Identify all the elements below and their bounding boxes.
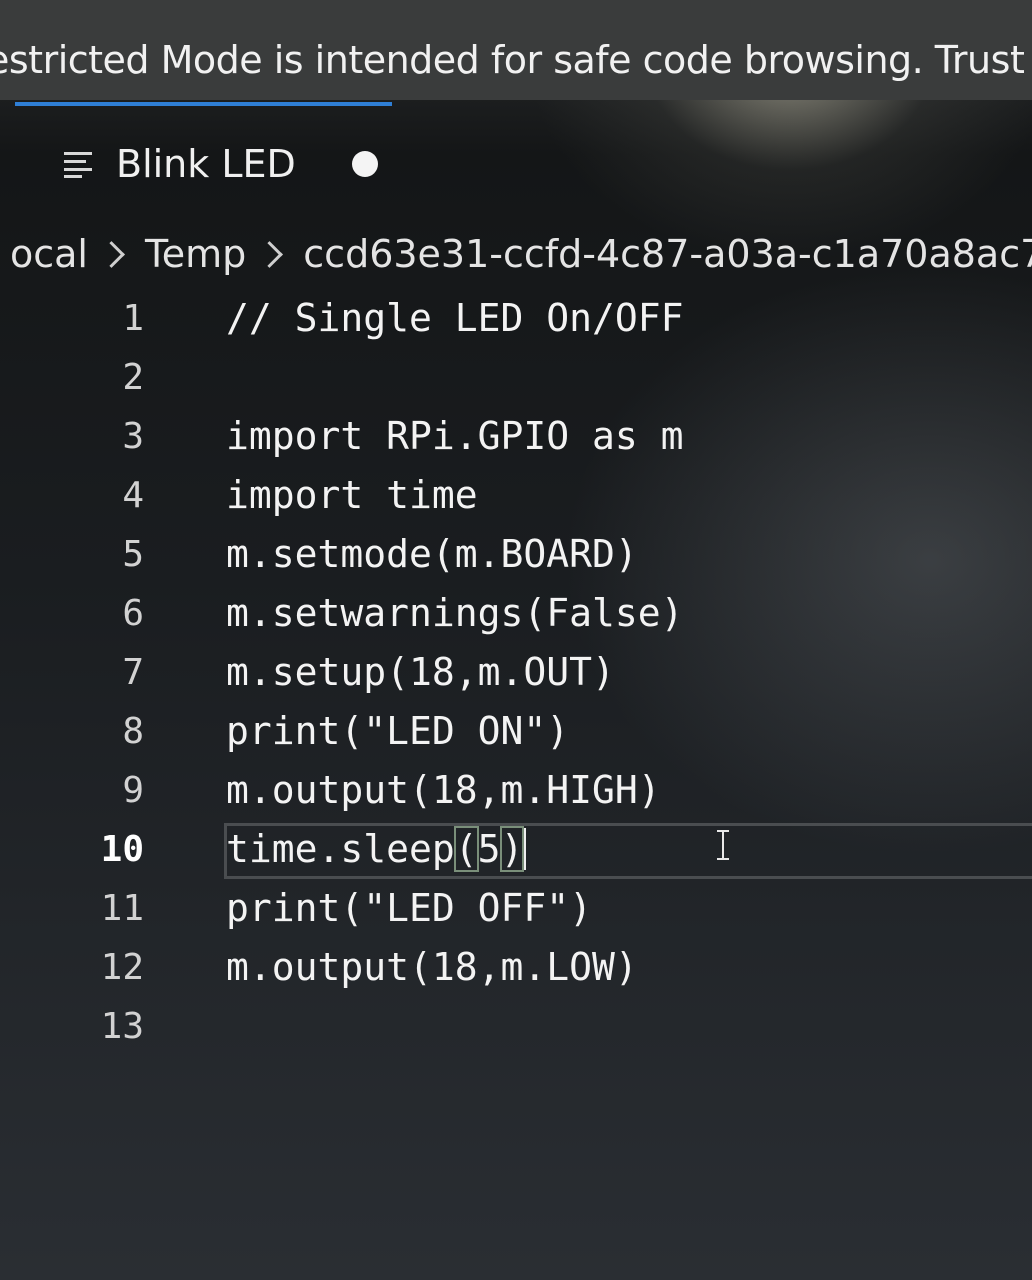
- line-number: 3: [122, 416, 144, 457]
- bracket-match-open: (: [453, 826, 479, 872]
- chevron-right-icon: [98, 240, 125, 268]
- line-code: print("LED OFF"): [226, 886, 593, 930]
- line-number: 5: [122, 534, 144, 575]
- line-number: 2: [122, 357, 144, 398]
- line-code: print("LED ON"): [226, 709, 570, 753]
- code-line[interactable]: 2: [0, 351, 1032, 410]
- code-line[interactable]: 11 print("LED OFF"): [0, 882, 1032, 941]
- line-number: 9: [122, 770, 144, 811]
- code-line[interactable]: 5 m.setmode(m.BOARD): [0, 528, 1032, 587]
- tab-label: Blink LED: [116, 142, 296, 186]
- restricted-mode-banner[interactable]: estricted Mode is intended for safe code…: [0, 0, 1032, 100]
- code-line[interactable]: 12 m.output(18,m.LOW): [0, 941, 1032, 1000]
- unsaved-dot-icon[interactable]: [351, 151, 378, 177]
- line-code: m.setwarnings(False): [226, 591, 684, 635]
- line-number: 6: [122, 593, 144, 634]
- code-token: 5: [477, 827, 501, 871]
- code-line[interactable]: 8 print("LED ON"): [0, 705, 1032, 764]
- lines-icon: [64, 152, 92, 178]
- breadcrumb-item-temp[interactable]: Temp: [145, 232, 246, 276]
- breadcrumb: ocal Temp ccd63e31-ccfd-4c87-a03a-c1a70a…: [10, 232, 1032, 276]
- code-line[interactable]: 7 m.setup(18,m.OUT): [0, 646, 1032, 705]
- line-number: 12: [100, 947, 144, 988]
- line-code: import time: [226, 473, 478, 517]
- line-code: time.sleep(5): [226, 826, 527, 872]
- code-line[interactable]: 9 m.output(18,m.HIGH): [0, 764, 1032, 823]
- bracket-match-close: ): [499, 826, 525, 872]
- code-token: time.sleep: [226, 827, 455, 871]
- code-line-current[interactable]: 10 time.sleep(5): [0, 823, 1032, 882]
- chevron-right-icon: [256, 240, 284, 268]
- breadcrumb-item-local[interactable]: ocal: [10, 232, 88, 276]
- line-code: m.output(18,m.LOW): [226, 945, 638, 989]
- line-code: // Single LED On/OFF: [226, 296, 684, 340]
- breadcrumb-item-folder[interactable]: ccd63e31-ccfd-4c87-a03a-c1a70a8ac787: [303, 232, 1032, 276]
- line-code: m.setup(18,m.OUT): [226, 650, 615, 694]
- line-number: 7: [122, 652, 144, 693]
- line-code: m.output(18,m.HIGH): [226, 768, 661, 812]
- code-line[interactable]: 1 // Single LED On/OFF: [0, 292, 1032, 351]
- progress-bar: [15, 102, 392, 106]
- vscode-screen: estricted Mode is intended for safe code…: [0, 0, 1032, 1280]
- text-caret: [523, 828, 527, 870]
- line-code: import RPi.GPIO as m: [226, 414, 684, 458]
- line-code: m.setmode(m.BOARD): [226, 532, 638, 576]
- editor-tab-blink-led[interactable]: Blink LED: [62, 138, 378, 190]
- line-number-current: 10: [100, 829, 144, 870]
- code-line[interactable]: 4 import time: [0, 469, 1032, 528]
- code-line[interactable]: 13: [0, 1000, 1032, 1059]
- line-number: 4: [122, 475, 144, 516]
- restricted-mode-message: estricted Mode is intended for safe code…: [0, 38, 1032, 82]
- line-number: 8: [122, 711, 144, 752]
- line-number: 11: [100, 888, 144, 929]
- code-line[interactable]: 3 import RPi.GPIO as m: [0, 410, 1032, 469]
- code-line[interactable]: 6 m.setwarnings(False): [0, 587, 1032, 646]
- ibeam-cursor-icon: [717, 830, 729, 860]
- code-editor[interactable]: 1 // Single LED On/OFF 2 3 import RPi.GP…: [0, 292, 1032, 1059]
- line-number: 1: [122, 298, 144, 339]
- line-number: 13: [100, 1006, 144, 1047]
